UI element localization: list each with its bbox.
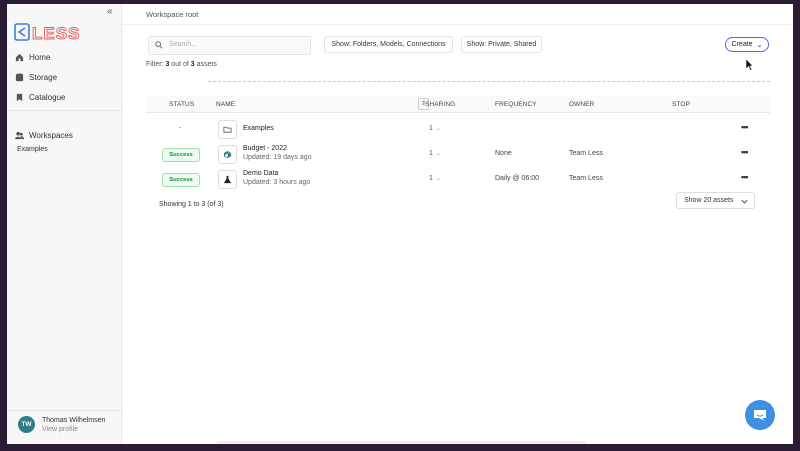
sharing-dropdown[interactable]: 1 ⌄ — [429, 150, 441, 157]
nav-workspaces[interactable]: Workspaces — [15, 128, 73, 142]
page-size-select[interactable]: Show 20 assets — [676, 192, 755, 209]
create-label: Create — [731, 41, 753, 48]
chat-bubble-icon — [754, 410, 766, 421]
sharing-count: 1 — [429, 175, 433, 182]
sharing-dropdown[interactable]: 1 ⌄ — [429, 125, 441, 132]
asset-updated: Updated: 19 days ago — [243, 154, 312, 161]
mouse-cursor-icon — [746, 59, 754, 71]
bookmark-icon — [16, 93, 23, 101]
pagination-summary: Showing 1 to 3 (of 3) — [159, 201, 224, 208]
profile-divider — [7, 410, 121, 411]
less-logo: LESS — [14, 23, 80, 42]
flask-icon — [223, 175, 232, 184]
breadcrumb[interactable]: Workspace root — [146, 10, 198, 19]
status-text: - — [179, 125, 182, 132]
workspace-item-examples[interactable]: Examples — [17, 146, 48, 153]
more-actions-icon[interactable]: ••• — [741, 147, 749, 157]
search-icon — [155, 41, 163, 49]
loading-indicator — [208, 81, 770, 83]
main-content: Workspace root Search... Show: Folders, … — [122, 4, 793, 444]
profile-name: Thomas Wilhelmsen — [42, 417, 106, 424]
table-row[interactable]: - Examples 1 ⌄ ••• — [146, 117, 770, 142]
sidebar: « LESS Home Storage Catalogue Workspaces… — [7, 4, 122, 444]
home-icon — [15, 53, 24, 61]
nav-workspaces-label: Workspaces — [29, 130, 73, 140]
nav-home-label: Home — [29, 52, 51, 62]
nav-home[interactable]: Home — [15, 50, 50, 64]
filter-visibility-prefix: Show: — [466, 41, 489, 48]
sharing-count: 1 — [429, 125, 433, 132]
more-actions-icon[interactable]: ••• — [741, 122, 749, 132]
chevron-down-icon: ⌄ — [756, 41, 763, 49]
table-row[interactable]: Success Demo Data Updated: 3 hours ago 1… — [146, 167, 770, 192]
model-icon — [223, 150, 232, 159]
asset-updated: Updated: 3 hours ago — [243, 179, 311, 186]
filter-visibility-button[interactable]: Show: Private, Shared — [461, 36, 542, 53]
column-status[interactable]: STATUS — [169, 101, 194, 108]
chat-button[interactable] — [745, 400, 775, 430]
users-icon — [15, 131, 24, 139]
table-row[interactable]: Success Budget - 2022 Updated: 19 days a… — [146, 142, 770, 167]
logo-text: LESS — [32, 24, 80, 42]
collapse-sidebar-icon[interactable]: « — [107, 6, 113, 17]
avatar[interactable]: TW — [18, 416, 35, 433]
asset-name[interactable]: Demo Data — [243, 170, 278, 177]
chevron-down-icon: ⌄ — [435, 151, 441, 157]
column-name[interactable]: NAME — [216, 101, 235, 108]
sharing-dropdown[interactable]: 1 ⌄ — [429, 175, 441, 182]
top-bar: Workspace root — [122, 4, 793, 25]
search-placeholder: Search... — [169, 41, 198, 48]
filter-summary-middle: out of — [169, 61, 191, 68]
row-icon-box — [218, 120, 237, 139]
database-icon — [15, 72, 24, 81]
sharing-count: 1 — [429, 150, 433, 157]
table-header: STATUS NAME ⇕ SHARING FREQUENCY OWNER ST… — [146, 95, 770, 113]
filter-summary-suffix: assets — [194, 61, 217, 68]
search-input[interactable]: Search... — [148, 36, 311, 55]
nav-catalogue-label: Catalogue — [29, 92, 66, 102]
more-actions-icon[interactable]: ••• — [741, 172, 749, 182]
filter-types-prefix: Show: — [331, 41, 353, 48]
page-size-value: Show 20 assets — [684, 197, 734, 204]
column-sharing[interactable]: SHARING — [425, 101, 455, 108]
asset-name[interactable]: Examples — [243, 125, 274, 132]
column-stop[interactable]: STOP — [672, 101, 690, 108]
column-owner[interactable]: OWNER — [569, 101, 594, 108]
bottom-handle — [217, 441, 587, 444]
owner-value: Team Less — [569, 175, 603, 182]
nav-catalogue[interactable]: Catalogue — [15, 90, 65, 104]
folder-icon — [223, 126, 232, 133]
chevron-down-icon: ⌄ — [435, 126, 441, 132]
owner-value: Team Less — [569, 150, 603, 157]
frequency-value: Daily @ 06:00 — [495, 175, 540, 182]
nav-divider — [7, 110, 121, 111]
filter-summary-prefix: Filter: — [146, 61, 166, 68]
chevron-down-icon — [741, 199, 748, 204]
create-button[interactable]: Create ⌄ — [725, 37, 769, 52]
chevron-down-icon: ⌄ — [435, 176, 441, 182]
column-frequency[interactable]: FREQUENCY — [495, 101, 537, 108]
nav-storage-label: Storage — [29, 72, 58, 82]
view-profile-link[interactable]: View profile — [42, 426, 78, 433]
status-badge: Success — [162, 173, 200, 187]
row-icon-box — [218, 170, 237, 189]
filter-visibility-value: Private, Shared — [488, 41, 537, 48]
filter-types-value: Folders, Models, Connections — [352, 41, 446, 48]
filter-summary: Filter: 3 out of 3 assets — [146, 61, 217, 68]
app-window: « LESS Home Storage Catalogue Workspaces… — [7, 4, 793, 444]
row-icon-box — [218, 145, 237, 164]
filter-types-button[interactable]: Show: Folders, Models, Connections — [324, 36, 453, 53]
status-badge: Success — [162, 148, 200, 162]
asset-name[interactable]: Budget - 2022 — [243, 145, 287, 152]
nav-storage[interactable]: Storage — [15, 70, 57, 84]
frequency-value: None — [495, 150, 512, 157]
